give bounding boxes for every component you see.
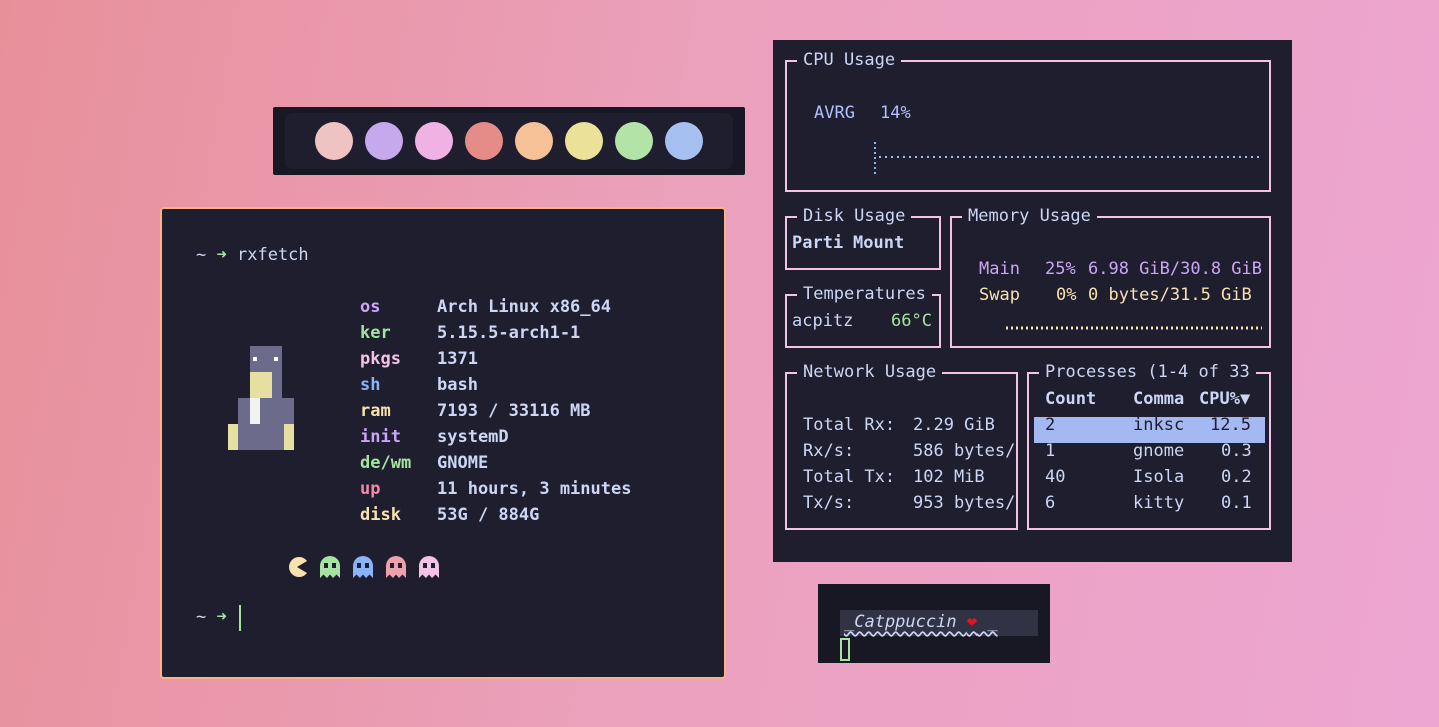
cpu-avg-value: 14% [880,103,911,123]
penguin-logo [228,346,296,454]
net-total-rx-value: 2.29 GiB [913,415,995,435]
field-value-init: systemD [437,427,509,447]
disk-box: Disk Usage Parti Mount [785,206,941,270]
field-key-uptime: up [360,479,381,499]
proc-header-cpu[interactable]: CPU%▼ [1199,389,1250,409]
memory-main-label: Main [979,259,1020,279]
cpu-title: CPU Usage [797,50,902,70]
prompt-symbol: ~ [196,607,207,627]
net-rx-rate-label: Rx/s: [803,441,855,461]
ghost-pink-icon [419,556,439,578]
memory-swap-value: 0 bytes/31.5 GiB [1088,285,1252,305]
color-swatch [615,122,653,160]
text-cursor [239,605,241,631]
cpu-graph [874,142,1261,174]
ghost-red-icon [386,556,406,578]
network-title: Network Usage [797,362,943,382]
prompt-line[interactable]: ~ ➜ [196,607,227,627]
fetch-terminal-window[interactable]: ~ ➜ rxfetch os Arch Linux x86_64 ker 5.1… [160,207,726,679]
command-text: rxfetch [237,245,309,265]
processes-box: Processes (1-4 of 33 Count Comma CPU%▼ 2… [1027,362,1271,530]
field-key-kernel: ker [360,323,391,343]
net-rx-rate-value: 586 bytes/ [913,441,1016,461]
proc-cpu: 0.1 [1221,493,1252,513]
proc-header-count[interactable]: Count [1045,389,1096,409]
catppuccin-banner: _Catppuccin ❤ _ [840,610,1038,636]
proc-count: 6 [1045,493,1056,513]
field-key-disk: disk [360,505,401,525]
arrow-icon: ➜ [216,607,227,627]
color-swatch [515,122,553,160]
field-key-os: os [360,297,381,317]
net-total-tx-label: Total Tx: [803,467,896,487]
pacman-icon [289,557,307,577]
field-value-os: Arch Linux x86_64 [437,297,611,317]
ghost-green-icon [320,556,340,578]
catppuccin-terminal-window[interactable]: _Catppuccin ❤ _ [818,584,1050,663]
ghost-blue-icon [353,556,373,578]
temp-sensor-value: 66°C [891,311,932,331]
memory-main-percent: 25% [1045,259,1076,279]
memory-box: Memory Usage Main 25% 6.98 GiB/30.8 GiB … [950,206,1271,348]
temp-sensor-label: acpitz [792,311,854,331]
processes-title: Processes (1-4 of 33 [1039,362,1256,382]
temperatures-title: Temperatures [797,284,932,304]
proc-command: kitty [1133,493,1185,513]
memory-title: Memory Usage [962,206,1097,226]
color-swatch [365,122,403,160]
color-palette [285,113,733,169]
color-swatch [315,122,353,160]
prompt-symbol: ~ [196,245,207,265]
field-value-pkgs: 1371 [437,349,478,369]
field-key-shell: sh [360,375,381,395]
proc-count: 40 [1045,467,1066,487]
cpu-avg-label: AVRG [814,103,855,123]
color-swatch [665,122,703,160]
disk-title: Disk Usage [797,206,912,226]
proc-header-command[interactable]: Comma [1133,389,1184,409]
net-tx-rate-label: Tx/s: [803,493,855,513]
proc-command: Isola [1133,467,1185,487]
field-key-dewm: de/wm [360,453,412,473]
field-key-pkgs: pkgs [360,349,401,369]
cpu-box: CPU Usage AVRG 14% [785,50,1271,192]
proc-cpu: 12.5 [1210,415,1251,435]
proc-command: inksc [1133,415,1185,435]
proc-command: gnome [1133,441,1185,461]
color-swatch [565,122,603,160]
proc-count: 2 [1045,415,1056,435]
arrow-icon: ➜ [216,245,227,265]
field-key-init: init [360,427,401,447]
field-value-disk: 53G / 884G [437,505,540,525]
proc-cpu: 0.3 [1221,441,1252,461]
disk-col-partition: Parti [792,233,844,253]
color-swatch [415,122,453,160]
proc-count: 1 [1045,441,1056,461]
field-value-dewm: GNOME [437,453,489,473]
field-value-uptime: 11 hours, 3 minutes [437,479,632,499]
btop-window[interactable]: CPU Usage AVRG 14% Disk Usage Parti Moun… [773,40,1292,562]
memory-swap-percent: 0% [1056,285,1077,305]
proc-cpu: 0.2 [1221,467,1252,487]
swap-meter [1006,326,1262,330]
palette-window [273,107,745,175]
command-line: ~ ➜ rxfetch [196,245,309,265]
field-key-ram: ram [360,401,391,421]
field-value-shell: bash [437,375,478,395]
disk-col-mount: Mount [853,233,905,253]
color-swatch [465,122,503,160]
network-box: Network Usage Total Rx: 2.29 GiB Rx/s: 5… [785,362,1018,530]
catppuccin-text: _Catppuccin ❤ _ [844,612,998,632]
net-tx-rate-value: 953 bytes/ [913,493,1016,513]
memory-main-value: 6.98 GiB/30.8 GiB [1088,259,1262,279]
net-total-tx-value: 102 MiB [913,467,985,487]
field-value-ram: 7193 / 33116 MB [437,401,591,421]
block-cursor [840,638,850,661]
field-value-kernel: 5.15.5-arch1-1 [437,323,581,343]
memory-swap-label: Swap [979,285,1020,305]
temperatures-box: Temperatures acpitz 66°C [785,284,941,348]
net-total-rx-label: Total Rx: [803,415,896,435]
pacman-row [286,555,446,579]
